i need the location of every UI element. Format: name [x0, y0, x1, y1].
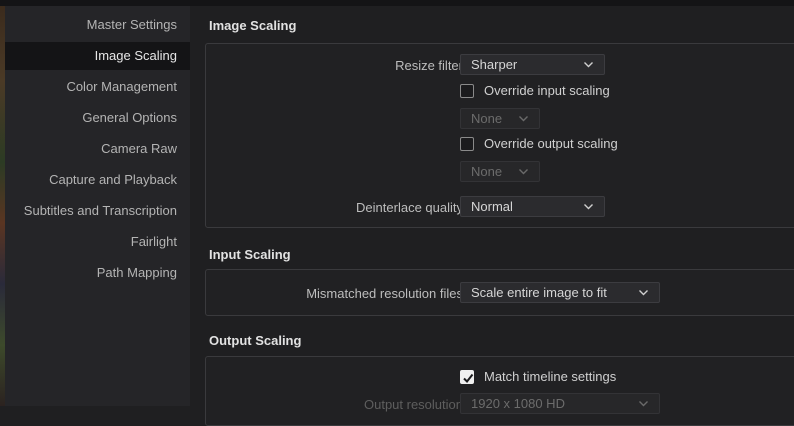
chevron-down-icon	[639, 290, 648, 296]
sidebar-item-image-scaling[interactable]: Image Scaling	[5, 42, 190, 70]
mismatched-resolution-label: Mismatched resolution files	[306, 286, 463, 301]
override-output-value: None	[471, 164, 503, 179]
override-input-dropdown[interactable]: None	[460, 108, 540, 129]
chevron-down-icon	[584, 204, 593, 210]
sidebar-item-fairlight[interactable]: Fairlight	[0, 228, 177, 256]
override-input-label: Override input scaling	[484, 83, 610, 98]
sidebar-item-master-settings[interactable]: Master Settings	[0, 11, 177, 39]
match-timeline-checkbox[interactable]	[460, 370, 474, 384]
deinterlace-value: Normal	[471, 199, 513, 214]
sidebar-item-path-mapping[interactable]: Path Mapping	[0, 259, 177, 287]
output-scaling-title: Output Scaling	[209, 333, 302, 348]
override-input-value: None	[471, 111, 503, 126]
sidebar-item-color-management[interactable]: Color Management	[0, 73, 177, 101]
override-output-label: Override output scaling	[484, 136, 618, 151]
output-resolution-dropdown[interactable]: 1920 x 1080 HD	[460, 393, 660, 414]
output-scaling-panel: Match timeline settings Output resolutio…	[205, 356, 794, 426]
sidebar-item-general-options[interactable]: General Options	[0, 104, 177, 132]
settings-content: Image Scaling Resize filter Sharper Over…	[190, 6, 794, 426]
image-scaling-panel: Resize filter Sharper Override input sca…	[205, 43, 794, 228]
chevron-down-icon	[639, 401, 648, 407]
mismatched-resolution-value: Scale entire image to fit	[471, 285, 607, 300]
mismatched-resolution-dropdown[interactable]: Scale entire image to fit	[460, 282, 660, 303]
sidebar-item-camera-raw[interactable]: Camera Raw	[0, 135, 177, 163]
input-scaling-panel: Mismatched resolution files Scale entire…	[205, 269, 794, 316]
input-scaling-title: Input Scaling	[209, 247, 291, 262]
chevron-down-icon	[519, 169, 528, 175]
resize-filter-value: Sharper	[471, 57, 518, 72]
deinterlace-dropdown[interactable]: Normal	[460, 196, 605, 217]
match-timeline-label: Match timeline settings	[484, 369, 617, 384]
override-input-checkbox[interactable]	[460, 84, 474, 98]
resize-filter-label: Resize filter	[395, 58, 463, 73]
output-resolution-label: Output resolution	[363, 397, 463, 412]
chevron-down-icon	[519, 116, 528, 122]
deinterlace-label: Deinterlace quality	[356, 200, 463, 215]
resize-filter-dropdown[interactable]: Sharper	[460, 54, 605, 75]
sidebar-item-subtitles-and-transcription[interactable]: Subtitles and Transcription	[0, 197, 177, 225]
settings-sidebar: Master Settings Image Scaling Color Mana…	[5, 6, 190, 406]
override-output-dropdown[interactable]: None	[460, 161, 540, 182]
checkmark-icon	[463, 373, 474, 384]
image-scaling-title: Image Scaling	[209, 18, 297, 33]
override-output-checkbox[interactable]	[460, 137, 474, 151]
output-resolution-value: 1920 x 1080 HD	[471, 396, 565, 411]
chevron-down-icon	[584, 62, 593, 68]
sidebar-item-capture-and-playback[interactable]: Capture and Playback	[0, 166, 177, 194]
